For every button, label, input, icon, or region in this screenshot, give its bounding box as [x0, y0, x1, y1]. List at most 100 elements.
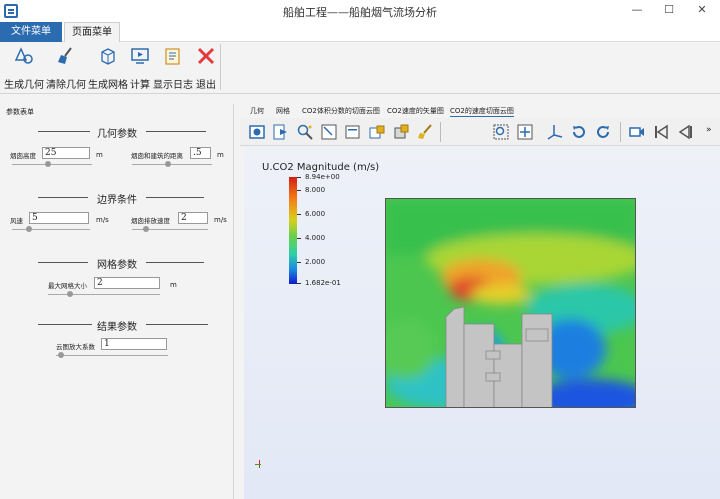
slider-knob[interactable]	[58, 352, 65, 358]
monitor-play-icon	[131, 48, 149, 64]
exhaust-speed-input[interactable]: 2	[178, 212, 208, 224]
stack-distance-slider[interactable]	[132, 161, 212, 167]
slider-knob[interactable]	[165, 161, 172, 167]
menu-page[interactable]: 页面菜单	[64, 22, 120, 42]
exhaust-speed-label: 烟囱排放速度	[131, 217, 170, 225]
paint-brush-icon[interactable]	[416, 123, 434, 141]
legend-tick-mark	[297, 238, 301, 239]
max-mesh-slider[interactable]	[48, 291, 160, 297]
exhaust-speed-slider[interactable]	[132, 226, 208, 232]
view-toolbar: »	[240, 118, 720, 146]
first-frame-icon[interactable]	[652, 123, 670, 141]
slider-knob[interactable]	[67, 291, 74, 297]
max-mesh-label: 最大网格大小	[48, 282, 87, 290]
section-divider	[146, 262, 204, 263]
contour-scale-slider[interactable]	[56, 352, 168, 358]
wind-speed-input[interactable]: 5	[29, 212, 89, 224]
camera-icon[interactable]	[248, 123, 266, 141]
building-detail	[485, 372, 501, 382]
legend-tick-mark	[297, 177, 301, 178]
legend-tick-mark	[297, 283, 301, 284]
toolbar-label: 生成网格	[88, 80, 128, 91]
generate-geometry-button[interactable]: 生成几何	[3, 44, 45, 92]
section-divider	[146, 131, 206, 132]
legend-title: U.CO2 Magnitude (m/s)	[262, 162, 380, 173]
legend-tick-mark	[297, 190, 301, 191]
slider-knob[interactable]	[45, 161, 52, 167]
toolbar-label: 退出	[196, 80, 216, 91]
exit-button[interactable]: 退出	[194, 44, 218, 92]
unit-label: m	[217, 151, 224, 159]
stack-height-slider[interactable]	[12, 161, 92, 167]
wind-speed-slider[interactable]	[12, 226, 90, 232]
panel-title: 参数表单	[6, 108, 34, 116]
color-cube-icon[interactable]	[368, 123, 386, 141]
stack-distance-label: 烟囱和建筑的距离	[131, 152, 183, 160]
legend-tick-label: 1.682e-01	[305, 279, 341, 287]
slider-knob[interactable]	[26, 226, 33, 232]
compute-button[interactable]: 计算	[128, 44, 152, 92]
zoom-fit-icon[interactable]	[492, 123, 510, 141]
export-icon[interactable]	[272, 123, 290, 141]
stack-height-label: 烟囱高度	[10, 152, 36, 160]
view-toolbar-divider	[620, 122, 621, 142]
video-camera-icon[interactable]	[628, 123, 646, 141]
tab-mesh[interactable]: 网格	[276, 106, 290, 116]
legend-tick-label: 6.000	[305, 210, 326, 218]
previous-frame-icon[interactable]	[676, 123, 694, 141]
slider-knob[interactable]	[142, 226, 149, 232]
section-boundary: 边界条件	[0, 191, 234, 206]
ribbon-toolbar: 生成几何 清除几何 生成网格 计算 显示日志 退出	[0, 42, 720, 94]
menu-file[interactable]: 文件菜单	[0, 22, 62, 42]
broom-icon	[58, 47, 72, 64]
orientation-axis-x	[255, 464, 261, 465]
rotate-ccw-icon[interactable]	[570, 123, 588, 141]
axes-icon[interactable]	[546, 123, 564, 141]
section-title: 结果参数	[97, 322, 137, 333]
unit-label: m	[170, 281, 177, 289]
toolbar-divider	[220, 44, 221, 90]
select-icon[interactable]	[320, 123, 338, 141]
stack-distance-input[interactable]: .5	[190, 147, 211, 159]
zoom-icon[interactable]	[296, 123, 314, 141]
show-log-button[interactable]: 显示日志	[152, 44, 194, 92]
pan-icon[interactable]	[516, 123, 534, 141]
view-tabs: 几何 网格 CO2体积分数的切面云图 CO2速度的矢量图 CO2的速度切面云图	[240, 104, 720, 118]
legend-tick-label: 4.000	[305, 234, 326, 242]
section-mesh: 网格参数	[0, 256, 234, 271]
clear-geometry-button[interactable]: 清除几何	[45, 44, 87, 92]
unit-label: m/s	[96, 216, 109, 224]
max-mesh-input[interactable]: 2	[94, 277, 160, 289]
surface-icon[interactable]	[392, 123, 410, 141]
tab-co2-fraction-slice[interactable]: CO2体积分数的切面云图	[302, 106, 380, 116]
rotate-cw-icon[interactable]	[594, 123, 612, 141]
tower-structure	[463, 323, 495, 407]
stack-height-input[interactable]: 25	[42, 147, 90, 159]
toolbar-label: 计算	[130, 80, 150, 91]
section-divider	[146, 197, 204, 198]
toolbar-label: 生成几何	[4, 80, 44, 91]
legend-tick-label: 2.000	[305, 258, 326, 266]
minimize-button[interactable]: —	[628, 2, 646, 18]
section-divider	[146, 324, 208, 325]
contour-field	[386, 199, 635, 407]
generate-mesh-button[interactable]: 生成网格	[88, 44, 128, 92]
contour-scale-label: 云图放大系数	[56, 343, 95, 351]
tab-co2-velocity-slice[interactable]: CO2的速度切面云图	[450, 106, 514, 117]
stack-structure	[445, 306, 465, 407]
more-icon[interactable]: »	[706, 125, 712, 135]
toolbar-label: 显示日志	[153, 80, 193, 91]
tab-geometry[interactable]: 几何	[250, 106, 264, 116]
velocity-contour-plot	[385, 198, 636, 408]
building-block	[521, 313, 553, 407]
tab-co2-velocity-vector[interactable]: CO2速度的矢量图	[387, 106, 444, 116]
section-title: 网格参数	[97, 260, 137, 271]
restore-button[interactable]: ☐	[660, 2, 678, 18]
contour-scale-input[interactable]: 1	[101, 338, 167, 350]
panel-icon[interactable]	[344, 123, 362, 141]
cube-mesh-icon	[101, 48, 115, 65]
legend-tick-label: 8.000	[305, 186, 326, 194]
view-toolbar-divider	[440, 122, 441, 142]
close-button[interactable]: ✕	[693, 2, 711, 18]
unit-label: m	[96, 151, 103, 159]
